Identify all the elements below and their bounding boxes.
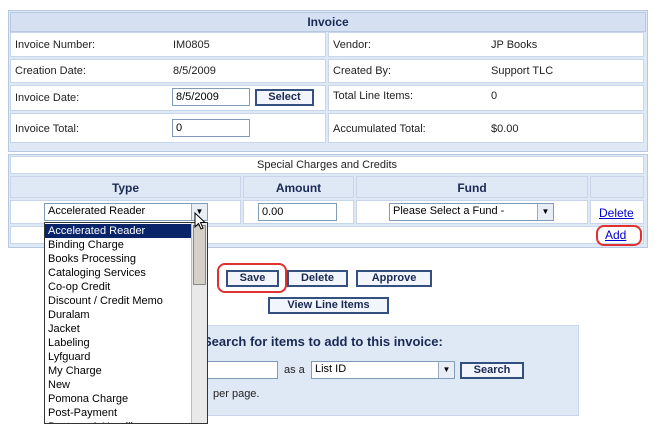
type-select[interactable]: Accelerated Reader ▼ (44, 203, 208, 221)
type-select-value: Accelerated Reader (48, 205, 146, 217)
type-dropdown-list[interactable]: Accelerated Reader Binding Charge Books Pr… (44, 222, 208, 424)
type-option[interactable]: Post-Payment (45, 406, 207, 420)
invoice-number-label: Invoice Number: (15, 39, 96, 51)
fund-select[interactable]: Please Select a Fund - ▼ (389, 203, 554, 221)
search-heading: Search for items to add to this invoice: (203, 334, 443, 349)
type-option[interactable]: Jacket (45, 322, 207, 336)
type-option[interactable]: Discount / Credit Memo (45, 294, 207, 308)
header-cell (590, 176, 644, 198)
chevron-down-icon[interactable]: ▼ (438, 362, 454, 378)
col-type-header: Type (111, 181, 140, 195)
charges-title: Special Charges and Credits (256, 159, 398, 171)
invoice-date-label: Invoice Date: (15, 92, 80, 104)
type-option[interactable]: Books Processing (45, 252, 207, 266)
invoice-number-value: IM0805 (173, 39, 210, 51)
created-by-value: Support TLC (491, 65, 554, 77)
accumulated-total-label: Accumulated Total: (333, 123, 426, 135)
type-option[interactable]: New (45, 378, 207, 392)
search-button[interactable]: Search (460, 362, 524, 379)
type-option[interactable]: Co-op Credit (45, 280, 207, 294)
approve-button[interactable]: Approve (356, 270, 432, 287)
vendor-value: JP Books (491, 39, 538, 51)
invoice-total-input[interactable]: 0 (172, 119, 250, 137)
type-option[interactable]: Binding Charge (45, 238, 207, 252)
per-page-label: per page. (213, 388, 260, 400)
amount-input[interactable]: 0.00 (258, 203, 337, 221)
chevron-down-icon[interactable]: ▼ (537, 204, 553, 220)
search-field-value: List ID (315, 363, 347, 375)
delete-charge-link[interactable]: Delete (599, 206, 634, 220)
dropdown-options: Accelerated Reader Binding Charge Books Pr… (45, 223, 207, 423)
fund-select-value: Please Select a Fund - (393, 205, 505, 217)
delete-button[interactable]: Delete (287, 270, 348, 287)
accumulated-total-value: $0.00 (491, 123, 519, 135)
type-option[interactable]: Postage & Handling (45, 420, 207, 423)
type-option[interactable]: Labeling (45, 336, 207, 350)
total-line-items-label: Total Line Items: (333, 90, 414, 102)
total-line-items-value: 0 (491, 90, 498, 102)
search-input[interactable] (200, 361, 278, 379)
created-by-label: Created By: (333, 65, 392, 77)
creation-date-value: 8/5/2009 (173, 65, 216, 77)
invoice-date-input[interactable]: 8/5/2009 (172, 88, 250, 106)
mouse-cursor-icon (194, 212, 206, 230)
col-amount-header: Amount (275, 181, 322, 195)
type-option[interactable]: Cataloging Services (45, 266, 207, 280)
dropdown-scrollbar[interactable] (191, 223, 207, 423)
highlight-ring (596, 225, 642, 246)
invoice-cell (328, 32, 644, 57)
type-option[interactable]: Lyfguard (45, 350, 207, 364)
type-option[interactable]: Duralam (45, 308, 207, 322)
vendor-label: Vendor: (333, 39, 371, 51)
type-option[interactable]: Pomona Charge (45, 392, 207, 406)
search-field-select[interactable]: List ID ▼ (311, 361, 455, 379)
as-a-label: as a (284, 364, 305, 376)
select-date-button[interactable]: Select (255, 89, 314, 106)
invoice-total-label: Invoice Total: (15, 123, 80, 135)
type-option[interactable]: Accelerated Reader (45, 224, 207, 238)
scrollbar-thumb[interactable] (193, 225, 206, 285)
type-option[interactable]: My Charge (45, 364, 207, 378)
highlight-ring (217, 263, 287, 293)
invoice-title: Invoice (10, 12, 646, 32)
view-line-items-button[interactable]: View Line Items (268, 297, 389, 314)
col-fund-header: Fund (457, 181, 487, 195)
creation-date-label: Creation Date: (15, 65, 86, 77)
